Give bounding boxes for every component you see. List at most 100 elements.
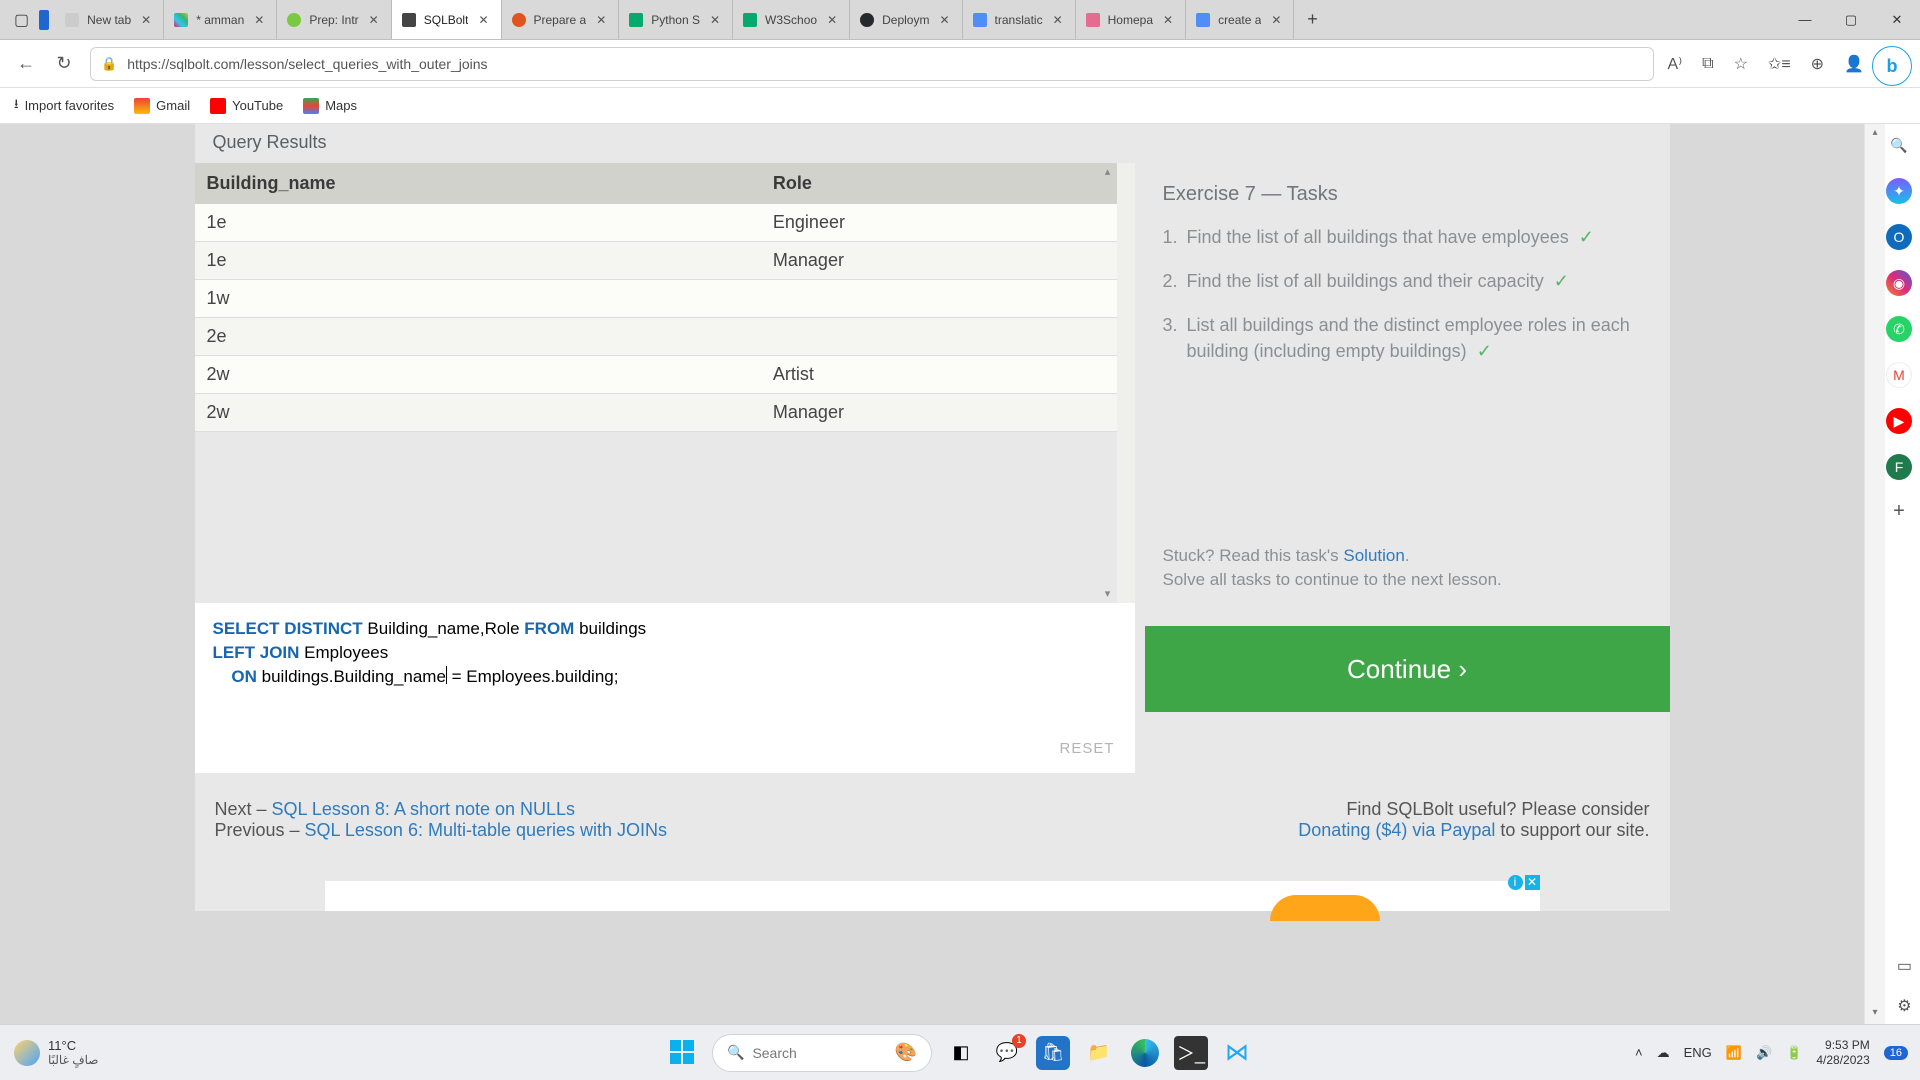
refresh-button[interactable]: ↻ — [52, 52, 76, 76]
read-aloud-icon[interactable]: A⁾ — [1668, 54, 1683, 74]
weather-widget[interactable]: 11°Cصافٍ غالبًا — [0, 1038, 112, 1067]
tab-actions-icon[interactable]: ▢ — [14, 10, 29, 30]
settings-gear-icon[interactable]: ⚙ — [1897, 996, 1911, 1016]
tab-label: Deploym — [882, 13, 929, 27]
ad-close-icon[interactable]: ✕ — [1525, 875, 1540, 890]
tab-prep[interactable]: Prep: Intr ✕ — [277, 0, 391, 39]
close-icon[interactable]: ✕ — [594, 13, 608, 27]
close-icon[interactable]: ✕ — [139, 13, 153, 27]
favorite-star-icon[interactable]: ☆ — [1734, 54, 1748, 74]
youtube-sidebar-icon[interactable]: ▶ — [1886, 408, 1912, 434]
chat-button[interactable]: 💬1 — [990, 1036, 1024, 1070]
start-button[interactable] — [666, 1036, 700, 1070]
taskbar-app-explorer[interactable]: 📁 — [1082, 1036, 1116, 1070]
close-icon[interactable]: ✕ — [937, 13, 951, 27]
notification-badge[interactable]: 16 — [1884, 1046, 1908, 1060]
maximize-button[interactable]: ▢ — [1828, 0, 1874, 39]
ad-info-icon[interactable]: i — [1508, 875, 1523, 890]
favorite-maps[interactable]: Maps — [303, 98, 357, 114]
sidebar-panel-icon[interactable]: ▭ — [1897, 956, 1912, 976]
sidebar-add-icon[interactable]: + — [1893, 500, 1905, 523]
onedrive-icon[interactable]: ☁ — [1657, 1045, 1670, 1061]
taskbar-app-edge[interactable] — [1128, 1036, 1162, 1070]
url-input[interactable]: 🔒 https://sqlbolt.com/lesson/select_quer… — [90, 47, 1654, 81]
continue-button[interactable]: Continue › — [1145, 626, 1670, 712]
scroll-down-icon[interactable]: ▾ — [1868, 1007, 1882, 1021]
favorite-youtube[interactable]: YouTube — [210, 98, 283, 114]
tab-amman[interactable]: * amman✕ — [164, 0, 277, 39]
reset-button[interactable]: RESET — [1059, 737, 1114, 761]
taskbar-search[interactable]: 🔍Search🎨 — [712, 1034, 932, 1072]
volume-icon[interactable]: 🔊 — [1756, 1045, 1772, 1061]
favorites-menu-icon[interactable]: ✩≡ — [1768, 54, 1791, 74]
sql-editor[interactable]: SELECT DISTINCT Building_name,Role FROM … — [195, 603, 1135, 773]
search-placeholder: Search — [752, 1045, 796, 1061]
back-button[interactable]: ← — [14, 52, 38, 76]
search-sidebar-icon[interactable]: 🔍 — [1886, 132, 1912, 158]
page-footer: Next – SQL Lesson 8: A short note on NUL… — [195, 773, 1670, 881]
close-icon[interactable]: ✕ — [825, 13, 839, 27]
next-lesson-link[interactable]: SQL Lesson 8: A short note on NULLs — [272, 799, 576, 819]
tab-homepage[interactable]: Homepa✕ — [1076, 0, 1186, 39]
close-icon[interactable]: ✕ — [252, 13, 266, 27]
favorite-gmail[interactable]: Gmail — [134, 98, 190, 114]
close-window-button[interactable]: ✕ — [1874, 0, 1920, 39]
gmail-sidebar-icon[interactable]: M — [1886, 362, 1912, 388]
import-favorites-button[interactable]: ⭳Import favorites — [14, 95, 114, 117]
tab-deploy[interactable]: Deploym ✕ — [850, 0, 962, 39]
footer-useful-text: Find SQLBolt useful? Please consider — [1298, 799, 1649, 820]
lock-icon: 🔒 — [101, 56, 117, 72]
tray-chevron-icon[interactable]: ˄ — [1635, 1045, 1643, 1060]
page-scrollbar[interactable]: ▴ ▾ — [1865, 124, 1885, 1024]
tab-python[interactable]: Python S✕ — [619, 0, 733, 39]
taskbar-app-store[interactable]: 🛍 — [1036, 1036, 1070, 1070]
tab-create[interactable]: create a ✕ — [1186, 0, 1294, 39]
solution-link[interactable]: Solution — [1343, 546, 1404, 565]
close-icon[interactable]: ✕ — [1051, 13, 1065, 27]
minimize-button[interactable]: — — [1782, 0, 1828, 39]
clock[interactable]: 9:53 PM4/28/2023 — [1816, 1038, 1869, 1068]
new-tab-button[interactable]: + — [1294, 0, 1330, 39]
close-icon[interactable]: ✕ — [367, 13, 381, 27]
table-row: 1eManager — [195, 242, 1117, 280]
table-scroll-up-icon[interactable]: ▴ — [1101, 165, 1115, 179]
donate-link[interactable]: Donating ($4) via Paypal — [1298, 820, 1495, 840]
taskbar-app-vscode[interactable]: ⋈ — [1220, 1036, 1254, 1070]
tab-label: Prep: Intr — [309, 13, 358, 27]
table-scroll-down-icon[interactable]: ▾ — [1101, 587, 1115, 601]
close-icon[interactable]: ✕ — [708, 13, 722, 27]
task-list: 1.Find the list of all buildings that ha… — [1145, 224, 1670, 364]
collections-icon[interactable]: ⊕ — [1811, 54, 1824, 74]
tab-prepare[interactable]: Prepare a✕ — [502, 0, 620, 39]
scroll-up-icon[interactable]: ▴ — [1868, 127, 1882, 141]
task-view-button[interactable]: ◧ — [944, 1036, 978, 1070]
profile-icon[interactable]: 👤 — [1844, 54, 1864, 74]
maps-icon — [303, 98, 319, 114]
favorite-label: YouTube — [232, 98, 283, 113]
copilot-icon[interactable]: ✦ — [1886, 178, 1912, 204]
translate-icon[interactable]: ⧉ — [1702, 55, 1713, 73]
tab-label: create a — [1218, 13, 1261, 27]
table-row: 2wManager — [195, 394, 1117, 432]
outlook-icon[interactable]: O — [1886, 224, 1912, 250]
tab-w3schools[interactable]: W3Schoo✕ — [733, 0, 850, 39]
language-indicator[interactable]: ENG — [1684, 1045, 1712, 1060]
address-bar: ← ↻ 🔒 https://sqlbolt.com/lesson/select_… — [0, 40, 1920, 88]
tab-sqlbolt[interactable]: SQLBolt✕ — [392, 0, 502, 39]
instagram-icon[interactable]: ◉ — [1886, 270, 1912, 296]
taskbar-app-terminal[interactable]: ＞_ — [1174, 1036, 1208, 1070]
bing-sidebar-button[interactable]: b — [1872, 46, 1912, 86]
f-app-icon[interactable]: F — [1886, 454, 1912, 480]
workspace-icon[interactable] — [39, 10, 49, 30]
wifi-icon[interactable]: 📶 — [1726, 1045, 1742, 1061]
whatsapp-icon[interactable]: ✆ — [1886, 316, 1912, 342]
close-icon[interactable]: ✕ — [1269, 13, 1283, 27]
tab-translate[interactable]: translatic✕ — [963, 0, 1076, 39]
close-icon[interactable]: ✕ — [1161, 13, 1175, 27]
prev-lesson-link[interactable]: SQL Lesson 6: Multi-table queries with J… — [305, 820, 668, 840]
search-icon: 🔍 — [727, 1044, 744, 1061]
close-icon[interactable]: ✕ — [476, 13, 490, 27]
tab-new-tab[interactable]: New tab✕ — [55, 0, 164, 39]
taskbar: 11°Cصافٍ غالبًا 🔍Search🎨 ◧ 💬1 🛍 📁 ＞_ ⋈ ˄… — [0, 1024, 1920, 1080]
battery-icon[interactable]: 🔋 — [1786, 1045, 1802, 1061]
